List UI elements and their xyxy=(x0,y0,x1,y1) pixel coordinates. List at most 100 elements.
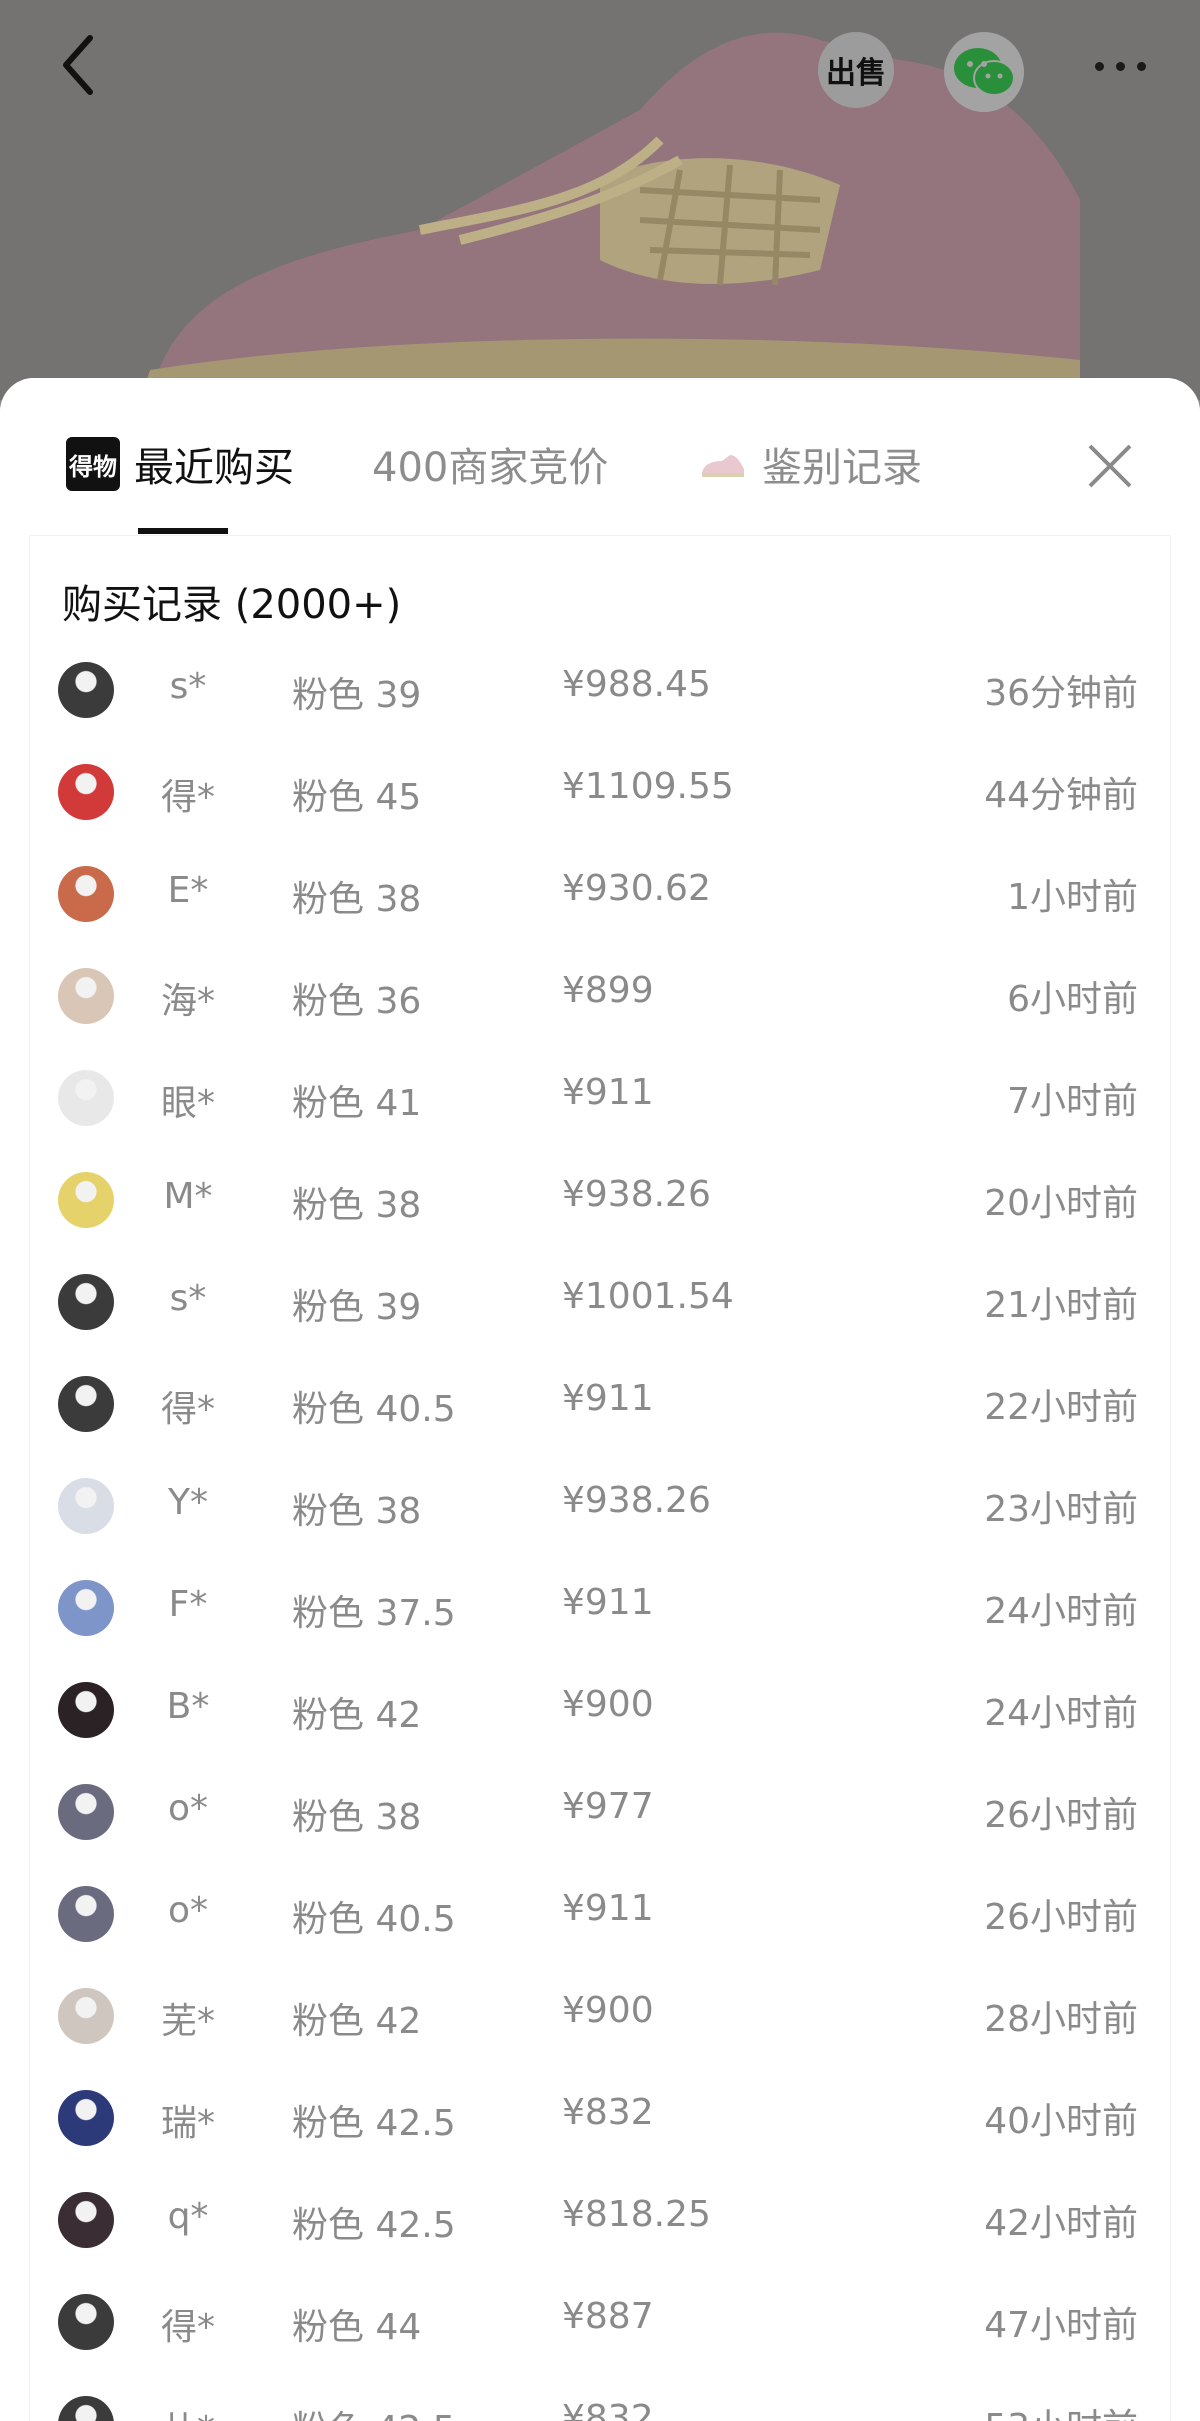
purchase-time: 44分钟前 xyxy=(984,775,1138,816)
record-row[interactable]: E* 粉色 38 ¥930.62 1小时前 xyxy=(30,844,1170,946)
purchase-time: 40小时前 xyxy=(984,2101,1138,2142)
record-row[interactable]: 得* 粉色 45 ¥1109.55 44分钟前 xyxy=(30,742,1170,844)
user-avatar xyxy=(58,764,114,820)
tab-label: 鉴别记录 xyxy=(762,445,922,491)
user-avatar xyxy=(58,1988,114,2044)
record-row[interactable]: o* 粉色 38 ¥977 26小时前 xyxy=(30,1762,1170,1864)
purchase-time: 22小时前 xyxy=(984,1387,1138,1428)
purchase-time: 24小时前 xyxy=(984,1693,1138,1734)
user-avatar xyxy=(58,2090,114,2146)
size-spec: 粉色 42 xyxy=(292,2001,422,2042)
tab-label: 最近购买 xyxy=(134,445,294,491)
size-spec: 粉色 38 xyxy=(292,1797,422,1838)
user-name: E* xyxy=(167,870,209,911)
price: ¥911 xyxy=(562,1072,654,1113)
record-row[interactable]: 芜* 粉色 42 ¥900 28小时前 xyxy=(30,1966,1170,2068)
record-row[interactable]: 得* 粉色 40.5 ¥911 22小时前 xyxy=(30,1354,1170,1456)
record-row[interactable]: Y* 粉色 38 ¥938.26 23小时前 xyxy=(30,1456,1170,1558)
price: ¥832 xyxy=(562,2092,654,2133)
user-avatar xyxy=(58,1580,114,1636)
user-name: 儿* xyxy=(148,2400,228,2421)
user-name: F* xyxy=(168,1584,208,1625)
price: ¥900 xyxy=(562,1684,654,1725)
sneaker-thumbnail-icon xyxy=(702,455,744,477)
purchase-time: 53小时前 xyxy=(984,2398,1138,2421)
price: ¥1109.55 xyxy=(562,766,734,807)
user-avatar xyxy=(58,866,114,922)
record-row[interactable]: B* 粉色 42 ¥900 24小时前 xyxy=(30,1660,1170,1762)
back-arrow-icon xyxy=(63,35,93,95)
records-title: 购买记录 (2000+) xyxy=(62,582,402,628)
tab-label: 400商家竞价 xyxy=(372,445,609,491)
user-name: o* xyxy=(167,1890,209,1931)
user-avatar xyxy=(58,1478,114,1534)
user-name: 得* xyxy=(160,2307,215,2348)
user-name: Y* xyxy=(168,1482,208,1523)
record-row[interactable]: 海* 粉色 36 ¥899 6小时前 xyxy=(30,946,1170,1048)
size-spec: 粉色 36 xyxy=(292,981,422,1022)
user-name: 海* xyxy=(160,981,215,1022)
sell-button[interactable]: 出售 xyxy=(818,32,894,108)
more-button[interactable] xyxy=(1085,48,1155,84)
user-name: 瑞* xyxy=(160,2103,215,2144)
top-bar: 出售 xyxy=(0,0,1200,140)
size-spec: 粉色 38 xyxy=(292,879,422,920)
size-spec: 粉色 39 xyxy=(292,1287,422,1328)
record-row[interactable]: s* 粉色 39 ¥988.45 36分钟前 xyxy=(30,640,1170,742)
tab-bar: 得物 最近购买 400商家竞价 鉴别记录 xyxy=(0,378,1200,536)
user-avatar xyxy=(58,2396,114,2421)
tab-authentication-records[interactable]: 鉴别记录 xyxy=(700,434,922,494)
size-spec: 粉色 42.5 xyxy=(292,2400,456,2421)
price: ¥899 xyxy=(562,970,654,1011)
user-avatar xyxy=(58,1886,114,1942)
active-tab-indicator xyxy=(138,528,228,534)
tab-recent-purchase[interactable]: 得物 最近购买 xyxy=(66,434,294,494)
purchase-time: 20小时前 xyxy=(984,1183,1138,1224)
user-avatar xyxy=(58,1376,114,1432)
user-name: s* xyxy=(169,1278,207,1319)
record-row[interactable]: 儿* 粉色 42.5 ¥832 53小时前 xyxy=(30,2374,1170,2421)
purchase-time: 26小时前 xyxy=(984,1897,1138,1938)
user-name: 眼* xyxy=(160,1083,215,1124)
wechat-share-button[interactable] xyxy=(944,32,1024,112)
record-row[interactable]: M* 粉色 38 ¥938.26 20小时前 xyxy=(30,1150,1170,1252)
price: ¥818.25 xyxy=(562,2194,711,2235)
user-name: s* xyxy=(169,666,207,707)
purchase-time: 23小时前 xyxy=(984,1489,1138,1530)
record-row[interactable]: o* 粉色 40.5 ¥911 26小时前 xyxy=(30,1864,1170,1966)
tab-merchant-bids[interactable]: 400商家竞价 xyxy=(372,434,608,494)
record-row[interactable]: F* 粉色 37.5 ¥911 24小时前 xyxy=(30,1558,1170,1660)
back-button[interactable] xyxy=(52,30,112,100)
purchase-time: 36分钟前 xyxy=(984,673,1138,714)
user-name: o* xyxy=(167,1788,209,1829)
size-spec: 粉色 40.5 xyxy=(292,1899,456,1940)
price: ¥938.26 xyxy=(562,1480,711,1521)
record-row[interactable]: s* 粉色 39 ¥1001.54 21小时前 xyxy=(30,1252,1170,1354)
record-row[interactable]: q* 粉色 42.5 ¥818.25 42小时前 xyxy=(30,2170,1170,2272)
price: ¥988.45 xyxy=(562,664,711,705)
size-spec: 粉色 42 xyxy=(292,1695,422,1736)
user-name: M* xyxy=(163,1176,213,1217)
record-row[interactable]: 得* 粉色 44 ¥887 47小时前 xyxy=(30,2272,1170,2374)
user-name: 得* xyxy=(160,777,215,818)
purchase-time: 1小时前 xyxy=(1007,877,1138,918)
price: ¥911 xyxy=(562,1582,654,1623)
size-spec: 粉色 42.5 xyxy=(292,2103,456,2144)
record-row[interactable]: 瑞* 粉色 42.5 ¥832 40小时前 xyxy=(30,2068,1170,2170)
purchase-time: 26小时前 xyxy=(984,1795,1138,1836)
price: ¥900 xyxy=(562,1990,654,2031)
close-button[interactable] xyxy=(1082,438,1138,494)
user-avatar xyxy=(58,1070,114,1126)
price: ¥1001.54 xyxy=(562,1276,734,1317)
price: ¥938.26 xyxy=(562,1174,711,1215)
user-name: q* xyxy=(167,2196,209,2237)
user-avatar xyxy=(58,1784,114,1840)
app-logo-icon: 得物 xyxy=(66,437,120,491)
record-row[interactable]: 眼* 粉色 41 ¥911 7小时前 xyxy=(30,1048,1170,1150)
purchase-records-list: 购买记录 (2000+) s* 粉色 39 ¥988.45 36分钟前 得* 粉色 45 ¥… xyxy=(30,536,1170,2421)
close-icon xyxy=(1088,444,1132,488)
user-avatar xyxy=(58,1172,114,1228)
size-spec: 粉色 37.5 xyxy=(292,1593,456,1634)
wechat-icon xyxy=(954,48,1015,96)
user-avatar xyxy=(58,968,114,1024)
